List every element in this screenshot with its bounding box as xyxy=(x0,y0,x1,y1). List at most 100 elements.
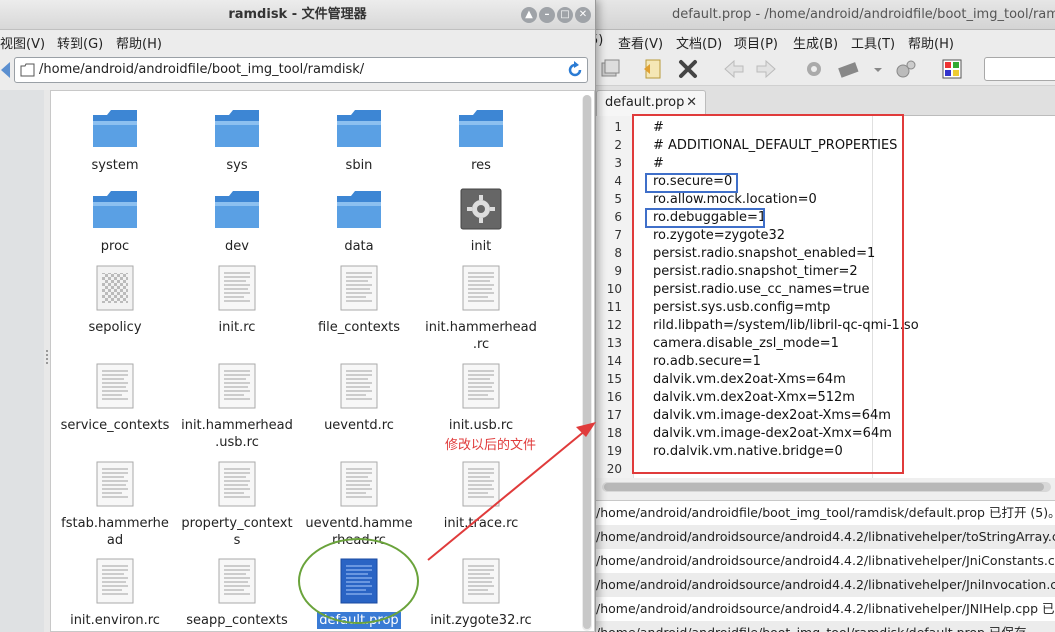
reload-icon[interactable] xyxy=(566,61,584,83)
file-item-label: sys xyxy=(177,157,297,174)
navigate-back-icon[interactable] xyxy=(722,57,746,81)
file-item-name: init.environ.rc xyxy=(70,613,160,628)
file-item[interactable]: ueventd.rc xyxy=(299,359,419,434)
file-item-label: sepolicy xyxy=(55,319,175,336)
file-icon xyxy=(177,457,297,507)
file-icon xyxy=(177,359,297,409)
message-window: /home/android/androidfile/boot_img_tool/… xyxy=(594,500,1055,632)
file-item[interactable]: init.hammerhead.rc xyxy=(421,261,541,353)
file-item[interactable]: sbin xyxy=(299,99,419,174)
editor-menu-document[interactable]: 文档(D) xyxy=(676,33,722,52)
file-icon xyxy=(55,457,175,507)
file-item[interactable]: ueventd.hammerhead.rc xyxy=(299,457,419,549)
location-input[interactable]: /home/android/androidfile/boot_img_tool/… xyxy=(14,57,588,83)
message-row: /home/android/androidsource/android4.4.2… xyxy=(596,601,1055,616)
folder-icon xyxy=(177,180,297,230)
editor-title: default.prop - /home/android/androidfile… xyxy=(590,0,1055,30)
line-number: 5 xyxy=(614,192,622,206)
file-item[interactable]: data xyxy=(299,180,419,255)
fm-menu-view[interactable]: 视图(V) xyxy=(0,33,45,52)
line-number: 14 xyxy=(606,354,622,368)
file-item-name: file_contexts xyxy=(317,320,401,335)
vertical-scrollbar[interactable] xyxy=(582,95,592,631)
color-chooser-icon[interactable] xyxy=(940,57,964,81)
file-item-label: ueventd.rc xyxy=(299,417,419,434)
file-item[interactable]: system xyxy=(55,99,175,174)
tab-close-icon[interactable]: ✕ xyxy=(686,95,697,110)
folder-icon xyxy=(55,99,175,149)
file-item-name: system xyxy=(91,158,139,173)
tab-label: default.prop xyxy=(605,95,685,110)
file-item[interactable]: init.trace.rc xyxy=(421,457,541,532)
folder-icon xyxy=(20,63,35,81)
line-number: 17 xyxy=(606,408,622,422)
file-item-label: init.rc xyxy=(177,319,297,336)
file-item[interactable]: init.environ.rc xyxy=(55,554,175,629)
file-item[interactable]: init.rc xyxy=(177,261,297,336)
file-icon xyxy=(55,261,175,311)
file-item[interactable]: proc xyxy=(55,180,175,255)
file-item-label: init.hammerhead.rc xyxy=(421,319,541,353)
execute-icon[interactable] xyxy=(894,57,918,81)
go-up-icon[interactable] xyxy=(0,59,12,81)
tab-default-prop[interactable]: default.prop ✕ xyxy=(596,90,706,117)
file-item-name: fstab.hammerhead xyxy=(61,516,169,548)
file-item[interactable]: property_contexts xyxy=(177,457,297,549)
file-item[interactable]: init.zygote32.rc xyxy=(421,554,541,629)
file-icon xyxy=(55,359,175,409)
file-item[interactable]: sepolicy xyxy=(55,261,175,336)
horizontal-scrollbar[interactable] xyxy=(602,482,1051,492)
line-number: 16 xyxy=(606,390,622,404)
annotation-green-circle xyxy=(298,538,419,624)
line-number: 10 xyxy=(606,282,622,296)
shade-window-icon[interactable]: ▲ xyxy=(521,7,537,23)
toolbar-search-input[interactable] xyxy=(984,57,1055,81)
fm-menu-help[interactable]: 帮助(H) xyxy=(116,33,162,52)
editor-menu-tools[interactable]: 工具(T) xyxy=(851,33,895,52)
build-dropdown-icon[interactable] xyxy=(866,57,882,81)
maximize-window-icon[interactable]: □ xyxy=(557,7,573,23)
folder-icon xyxy=(421,99,541,149)
file-item-label: init.zygote32.rc xyxy=(421,612,541,629)
line-number: 12 xyxy=(606,318,622,332)
file-item[interactable]: res xyxy=(421,99,541,174)
file-item[interactable]: init.usb.rc xyxy=(421,359,541,434)
editor-menu-project[interactable]: 项目(P) xyxy=(734,33,778,52)
editor-menu-view[interactable]: 查看(V) xyxy=(618,33,663,52)
file-item[interactable]: service_contexts xyxy=(55,359,175,434)
file-item-label: service_contexts xyxy=(55,417,175,434)
file-item-label: property_contexts xyxy=(177,515,297,549)
close-icon[interactable] xyxy=(676,57,700,81)
scroll-thumb[interactable] xyxy=(604,483,1044,491)
file-manager-title: ramdisk - 文件管理器 xyxy=(0,0,595,30)
file-item-name: service_contexts xyxy=(60,418,170,433)
editor-menu-help[interactable]: 帮助(H) xyxy=(908,33,954,52)
file-item[interactable]: init xyxy=(421,180,541,255)
file-item[interactable]: init.hammerhead.usb.rc xyxy=(177,359,297,451)
annotation-red-box xyxy=(632,114,904,474)
file-item[interactable]: dev xyxy=(177,180,297,255)
close-all-icon[interactable] xyxy=(598,57,622,81)
file-item[interactable]: fstab.hammerhead xyxy=(55,457,175,549)
file-item[interactable]: seapp_contexts xyxy=(177,554,297,629)
fm-menu-go[interactable]: 转到(G) xyxy=(57,33,103,52)
scroll-thumb[interactable] xyxy=(583,95,591,629)
compile-icon[interactable] xyxy=(802,57,826,81)
line-number: 15 xyxy=(606,372,622,386)
file-item[interactable]: sys xyxy=(177,99,297,174)
build-icon[interactable] xyxy=(836,57,860,81)
file-item-name: seapp_contexts xyxy=(186,613,288,628)
file-item[interactable]: file_contexts xyxy=(299,261,419,336)
line-number: 6 xyxy=(614,210,622,224)
close-window-icon[interactable]: ✕ xyxy=(575,7,591,23)
file-item-name: init xyxy=(470,239,492,254)
editor-menubar: 5) 查看(V) 文档(D) 项目(P) 生成(B) 工具(T) 帮助(H) xyxy=(590,30,1055,52)
navigate-forward-icon[interactable] xyxy=(754,57,778,81)
minimize-window-icon[interactable]: – xyxy=(539,7,555,23)
side-pane[interactable] xyxy=(0,90,44,632)
editor-menu-build[interactable]: 生成(B) xyxy=(793,33,838,52)
revert-icon[interactable] xyxy=(640,57,664,81)
message-row: /home/android/androidfile/boot_img_tool/… xyxy=(594,621,1055,632)
line-number: 1 xyxy=(614,120,622,134)
file-item-name: sys xyxy=(226,158,248,173)
